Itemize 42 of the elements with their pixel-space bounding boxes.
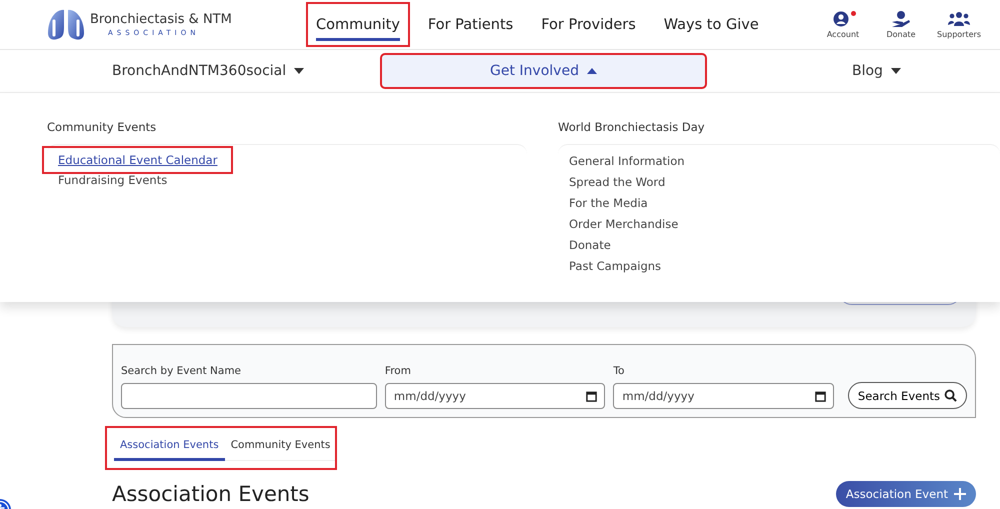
nav-link[interactable]: Community [304,0,412,49]
subnav-link[interactable]: Blog [852,63,901,79]
calendar-icon [814,391,826,402]
menu-link[interactable]: Order Merchandise [569,216,678,232]
nav-link[interactable]: Ways to Give [652,0,771,49]
caret-up-icon [586,68,597,74]
notification-dot [851,11,856,16]
menu-link[interactable]: Educational Event Calendar [42,146,234,174]
people-group-icon [948,10,970,28]
plus-icon [954,488,966,500]
nav-link[interactable]: For Patients [416,0,526,49]
menu-link[interactable]: General Information [569,153,685,169]
date-field[interactable]: mm/dd/yyyy [384,383,606,409]
menu-link[interactable]: Fundraising Events [58,172,168,188]
menu-link[interactable]: Donate [569,237,611,253]
utility-link[interactable]: Donate [878,10,924,39]
caret-down-icon [890,68,901,74]
menu-link[interactable]: Past Campaigns [569,258,662,274]
field-label: Search by Event Name [121,365,242,377]
tab[interactable]: Community Events [224,434,336,461]
subnav-link[interactable]: Get Involved [380,53,707,89]
calendar-icon [586,391,598,402]
add-event-button[interactable]: Association Event [836,481,976,507]
menu-heading: Community Events [47,120,158,134]
tab[interactable]: Association Events [114,434,225,461]
caret-down-icon [294,68,304,74]
logo-name: Bronchiectasis & NTM [90,12,232,27]
menu-link[interactable]: For the Media [569,195,648,211]
search-button[interactable]: Search Events [848,382,967,409]
search-icon [944,389,957,402]
field-label: To [613,365,626,377]
nav-link[interactable]: For Providers [529,0,648,49]
input-field[interactable] [121,383,377,409]
utility-link[interactable]: Account [820,10,866,39]
section-title: Association Events [112,482,310,506]
utility-link[interactable]: Supporters [936,10,982,39]
hand-coin-icon [891,10,911,28]
subnav-link[interactable]: BronchAndNTM360social [112,63,304,79]
menu-link[interactable]: Spread the Word [569,174,666,190]
date-field[interactable]: mm/dd/yyyy [613,383,834,409]
menu-heading: World Bronchiectasis Day [558,120,706,134]
field-label: From [384,365,412,377]
